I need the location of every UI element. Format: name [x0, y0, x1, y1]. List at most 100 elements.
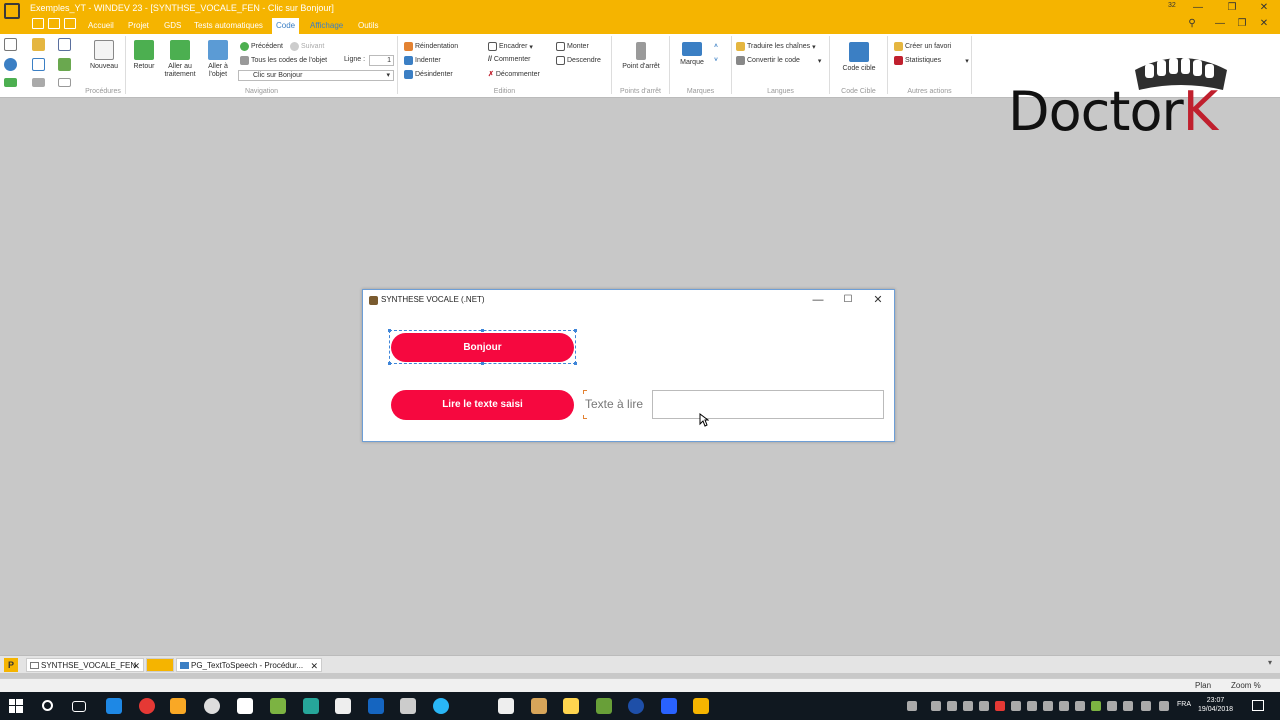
traduire-button[interactable]: Traduire les chaînes ▾	[736, 42, 816, 51]
tab-outils[interactable]: Outils	[354, 18, 382, 34]
project-icon[interactable]: P	[4, 658, 18, 672]
document-icon[interactable]	[498, 698, 514, 714]
tray-icon[interactable]	[1043, 701, 1053, 711]
doc-restore-icon[interactable]: ❐	[1232, 17, 1252, 31]
search-icon[interactable]: ⚲	[1182, 17, 1202, 31]
tray-icon[interactable]	[931, 701, 941, 711]
tray-icon[interactable]	[1059, 701, 1069, 711]
prev-bookmark-icon[interactable]: ⩛	[714, 56, 718, 64]
file-explorer-icon[interactable]	[170, 698, 186, 714]
mail-icon[interactable]	[335, 698, 351, 714]
tabs-menu-icon[interactable]: ▾	[1268, 658, 1272, 667]
grid-icon[interactable]	[32, 18, 44, 29]
settings-icon[interactable]	[4, 58, 17, 74]
notification-badge[interactable]: 32	[1168, 2, 1180, 14]
doc-tab-window[interactable]: SYNTHSE_VOCALE_FEN ✕	[26, 658, 144, 672]
resize-handle[interactable]	[481, 362, 484, 365]
tray-icon[interactable]	[1027, 701, 1037, 711]
notepad-icon[interactable]	[270, 698, 286, 714]
tab-accueil[interactable]: Accueil	[84, 18, 118, 34]
edge-icon[interactable]	[106, 698, 122, 714]
resize-handle[interactable]	[388, 362, 391, 365]
convertir-button[interactable]: Convertir le code ▾	[736, 56, 821, 65]
windows-start-icon[interactable]	[9, 699, 23, 713]
close-tab-icon[interactable]: ✕	[132, 659, 140, 673]
doc-tab-procedure[interactable]: PG_TextToSpeech - Procédur... ✕	[176, 658, 322, 672]
aller-traitement-button[interactable]: Aller au traitement	[160, 40, 200, 79]
tray-icon[interactable]	[963, 701, 973, 711]
restore-icon[interactable]: ❐	[1222, 1, 1242, 15]
precedent-button[interactable]: Précédent	[240, 42, 283, 51]
code-tab-icon[interactable]	[146, 658, 174, 672]
indenter-button[interactable]: Indenter	[404, 56, 441, 65]
creer-favori-button[interactable]: Créer un favori	[894, 42, 951, 51]
photos-icon[interactable]	[303, 698, 319, 714]
descendre-button[interactable]: Descendre	[556, 56, 601, 65]
dialog-close-icon[interactable]: ✕	[865, 292, 891, 308]
lire-texte-button[interactable]: Lire le texte saisi	[391, 390, 574, 420]
tray-icon[interactable]	[995, 701, 1005, 711]
ligne-input[interactable]: 1	[369, 55, 394, 66]
resize-handle[interactable]	[481, 329, 484, 332]
tab-code[interactable]: Code	[272, 18, 300, 34]
wifi-icon[interactable]	[1141, 701, 1151, 711]
tray-icon[interactable]	[1075, 701, 1085, 711]
encadrer-button[interactable]: Encadrer ▾	[488, 42, 533, 51]
status-zoom[interactable]: Zoom %	[1231, 681, 1261, 690]
x-app-icon[interactable]	[628, 698, 644, 714]
back-arrow-icon[interactable]	[4, 78, 17, 90]
forward-arrow-icon[interactable]	[32, 78, 45, 90]
dialog-minimize-icon[interactable]: —	[805, 292, 831, 308]
volume-icon[interactable]	[1159, 701, 1169, 711]
new-file-icon[interactable]	[4, 38, 17, 54]
visual-studio-icon[interactable]	[661, 698, 677, 714]
windev-logo-icon[interactable]	[4, 3, 20, 19]
chrome-icon[interactable]	[139, 698, 155, 714]
folder-icon[interactable]	[32, 38, 45, 54]
close-icon[interactable]: ✕	[1254, 1, 1274, 15]
clock[interactable]: 23:07 19/04/2018	[1198, 696, 1233, 714]
minimize-icon[interactable]: —	[1188, 1, 1208, 15]
doc-close-icon[interactable]: ✕	[1254, 17, 1274, 31]
code-dropdown[interactable]: Clic sur Bonjour ▾	[238, 70, 394, 81]
windev-taskbar-icon[interactable]	[693, 698, 709, 714]
resize-handle[interactable]	[574, 362, 577, 365]
package-icon[interactable]	[531, 698, 547, 714]
chart-icon[interactable]	[58, 58, 71, 74]
tray-icon[interactable]	[1107, 701, 1117, 711]
media-icon[interactable]	[204, 698, 220, 714]
tab-affichage[interactable]: Affichage	[306, 18, 347, 34]
tray-icon[interactable]	[979, 701, 989, 711]
doc-minimize-icon[interactable]: —	[1210, 17, 1230, 31]
statistiques-button[interactable]: Statistiques ▾	[894, 56, 969, 65]
notification-center-icon[interactable]	[1252, 700, 1264, 711]
language-indicator[interactable]: FRA	[1177, 701, 1191, 708]
tray-icon[interactable]	[1123, 701, 1133, 711]
save-icon[interactable]	[58, 38, 71, 54]
monter-button[interactable]: Monter	[556, 42, 589, 51]
search-circle-icon[interactable]	[42, 700, 53, 711]
reindentation-button[interactable]: Réindentation	[404, 42, 458, 51]
bonjour-button[interactable]: Bonjour	[391, 333, 574, 362]
window-edit-icon[interactable]	[32, 58, 45, 74]
compare-icon[interactable]	[58, 78, 71, 90]
desindenter-button[interactable]: Désindenter	[404, 70, 453, 79]
book-icon[interactable]	[368, 698, 384, 714]
texte-a-lire-input[interactable]	[652, 390, 884, 419]
tab-projet[interactable]: Projet	[124, 18, 153, 34]
task-view-icon[interactable]	[72, 701, 86, 712]
tous-codes-button[interactable]: Tous les codes de l'objet	[240, 56, 327, 65]
marque-button[interactable]: Marque	[674, 42, 710, 67]
suivant-button[interactable]: Suivant	[290, 42, 324, 51]
tab-gds[interactable]: GDS	[160, 18, 185, 34]
tray-icon[interactable]	[947, 701, 957, 711]
pen-icon[interactable]	[400, 698, 416, 714]
video-editor-icon[interactable]	[237, 698, 253, 714]
window-icon[interactable]	[48, 18, 60, 29]
tab-tests-automatiques[interactable]: Tests automatiques	[190, 18, 267, 34]
folder-app-icon[interactable]	[563, 698, 579, 714]
point-arret-button[interactable]: Point d'arrêt	[616, 42, 666, 71]
tray-icon[interactable]	[1011, 701, 1021, 711]
app-icon[interactable]	[433, 698, 449, 714]
battery-icon[interactable]	[1091, 701, 1101, 711]
